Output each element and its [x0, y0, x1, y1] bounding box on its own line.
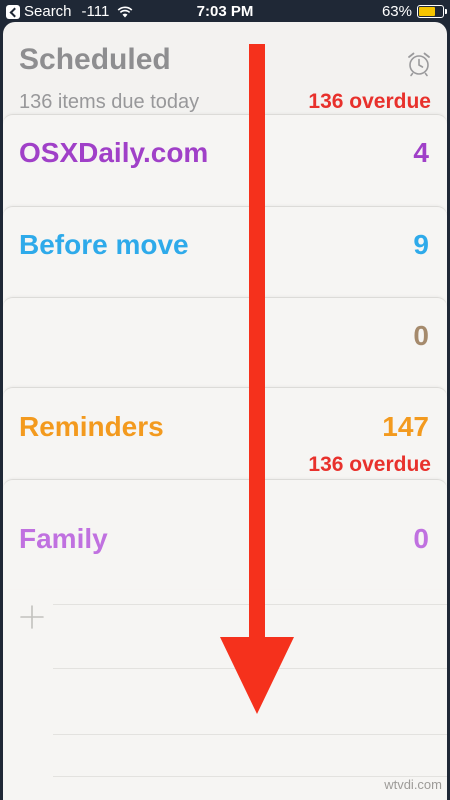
items-due-today: 136 items due today: [19, 91, 200, 113]
list-label: OSXDaily.com: [19, 137, 209, 168]
list-count: 0: [413, 320, 429, 351]
ruled-line: [53, 734, 447, 735]
list-count: 4: [413, 137, 429, 168]
battery-level-fill: [419, 7, 435, 16]
list-count: 9: [413, 229, 429, 260]
list-card-osxdaily[interactable]: OSXDaily.com 4: [3, 114, 447, 212]
list-count: 0: [413, 523, 429, 554]
overdue-count-header: 136 overdue: [308, 90, 431, 113]
plus-icon[interactable]: [19, 604, 45, 630]
scheduled-header[interactable]: Scheduled 136 items due today 136 overdu…: [3, 22, 447, 122]
list-count: 147: [382, 411, 429, 442]
ruled-line: [53, 604, 447, 605]
list-label: Before move: [19, 229, 189, 260]
list-label: Family: [19, 523, 108, 554]
list-label: Reminders: [19, 411, 164, 442]
list-card-unnamed[interactable]: 0: [3, 297, 447, 395]
page-title: Scheduled: [19, 43, 171, 76]
reminders-sheet: Scheduled 136 items due today 136 overdu…: [3, 22, 447, 800]
ruled-line: [53, 668, 447, 669]
battery-icon: [417, 5, 447, 18]
watermark: wtvdi.com: [384, 777, 442, 792]
list-overdue-count: 136 overdue: [308, 453, 431, 476]
list-card-before-move[interactable]: Before move 9: [3, 206, 447, 304]
status-bar-right: 63%: [381, 3, 447, 20]
battery-percent: 63%: [381, 3, 412, 20]
list-card-family[interactable]: Family 0: [3, 479, 447, 589]
alarm-clock-icon[interactable]: [405, 50, 433, 78]
status-bar: Search -111 7:03 PM 63%: [0, 0, 450, 24]
